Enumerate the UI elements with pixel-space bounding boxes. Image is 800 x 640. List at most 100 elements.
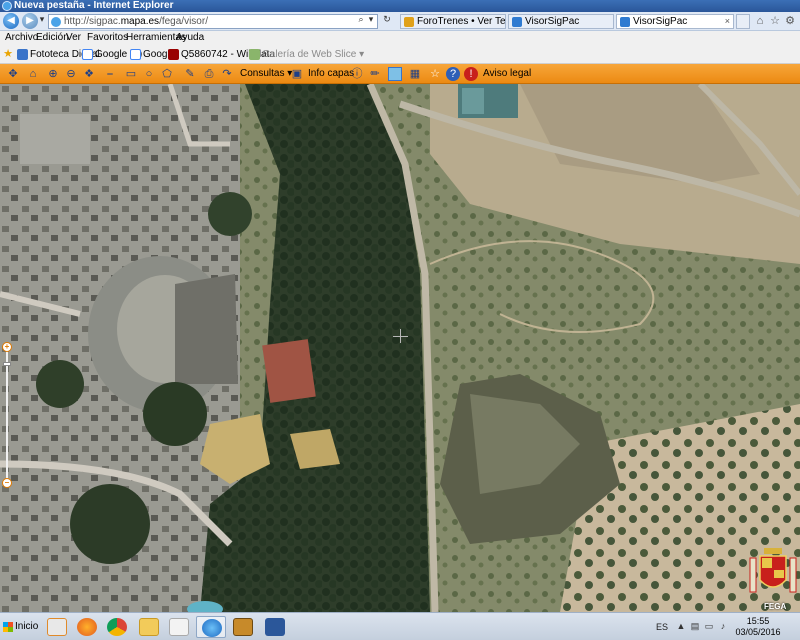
taskbar-word[interactable] (260, 616, 290, 638)
menu-favoritos[interactable]: Favoritos (87, 31, 128, 45)
chrome-icon (107, 618, 127, 636)
tab-forotrenes[interactable]: ForoTrenes • Ver Tema - Li... (400, 14, 506, 29)
taskbar-explorer[interactable] (134, 616, 164, 638)
bookmark-star-icon[interactable]: ☆ (428, 67, 442, 81)
tab-visorsigpac-1[interactable]: VisorSigPac (508, 14, 614, 29)
address-url[interactable]: http://sigpac.mapa.es/fega/visor/ (64, 16, 208, 27)
search-icon[interactable]: ⌕ (356, 13, 366, 25)
address-bar[interactable]: http://sigpac.mapa.es/fega/visor/ (48, 14, 378, 29)
tray-network-icon[interactable]: ▤ (690, 621, 700, 631)
export-icon[interactable]: ↷ (220, 67, 234, 81)
taskbar-app[interactable] (164, 616, 194, 638)
address-row: ◀ ▶ ▾ http://sigpac.mapa.es/fega/visor/ … (0, 12, 800, 31)
measure-line-icon[interactable]: ⎯ (103, 67, 117, 81)
window-title-bar: Nueva pestaña - Internet Explorer (0, 0, 800, 12)
new-tab-button[interactable] (736, 14, 750, 29)
print-icon[interactable]: ⎙ (202, 67, 216, 81)
zoom-in-button[interactable]: + (2, 342, 12, 352)
wikidata-icon (168, 49, 179, 60)
word-icon (265, 618, 285, 636)
polygon-tool-icon[interactable]: ⬠ (160, 67, 174, 81)
tray-volume-icon[interactable]: ♪ (718, 621, 728, 631)
info-icon[interactable]: ⓘ (350, 67, 364, 81)
layers-icon[interactable]: ▣ (290, 67, 304, 81)
pan-arrows-icon[interactable]: ✥ (6, 67, 20, 81)
windows-logo-icon (3, 622, 13, 632)
taskbar-internet-explorer[interactable] (196, 616, 226, 638)
menu-ver[interactable]: Ver (66, 31, 81, 45)
menu-bar: Archivo Edición Ver Favoritos Herramient… (0, 31, 800, 45)
consultas-label: Consultas (240, 68, 285, 79)
taskbar-firefox[interactable] (72, 616, 102, 638)
clock-time: 15:55 (746, 616, 770, 626)
menu-edicion[interactable]: Edición (36, 31, 69, 45)
consultas-menu[interactable]: Consultas ▾ (240, 64, 292, 84)
favorites-star-icon[interactable]: ☆ (769, 15, 781, 27)
history-dropdown-icon[interactable]: ▾ (37, 13, 47, 25)
favorites-bar: ★ Fototeca Digital Google (2) Google Q58… (0, 45, 800, 64)
settings-gear-icon[interactable]: ⚙ (784, 15, 796, 27)
tab-visorsigpac-2[interactable]: VisorSigPac × (616, 14, 734, 29)
tab-label: VisorSigPac (525, 16, 580, 27)
orthophoto-icon[interactable] (388, 67, 402, 81)
back-button[interactable]: ◀ (3, 13, 19, 29)
refresh-icon[interactable]: ↻ (382, 13, 392, 25)
start-button[interactable]: Inicio (2, 617, 38, 637)
fototeca-icon (17, 49, 28, 60)
zoom-out-icon[interactable]: ⊖ (64, 67, 78, 81)
grid-icon[interactable]: ▦ (408, 67, 422, 81)
forward-button[interactable]: ▶ (22, 13, 38, 29)
sigpac-icon (620, 17, 630, 27)
map-viewer[interactable]: + – FEGA (0, 84, 800, 612)
windows-taskbar: Inicio ES ▲ ▤ ▭ ♪ 15:55 03/05/2016 (0, 612, 800, 640)
info-capas-button[interactable]: Info capas (308, 64, 354, 84)
draw-tool-icon[interactable]: ✎ (183, 67, 197, 81)
taskbar-media-app[interactable] (42, 616, 72, 638)
language-indicator[interactable]: ES (656, 613, 668, 640)
zoom-slider[interactable]: + – (2, 342, 12, 488)
forotrenes-icon (404, 17, 414, 27)
address-dropdown-icon[interactable]: ▾ (366, 13, 376, 25)
help-icon[interactable]: ? (446, 67, 460, 81)
window-title: Nueva pestaña - Internet Explorer (14, 0, 174, 11)
zoom-in-icon[interactable]: ⊕ (46, 67, 60, 81)
taskbar-game[interactable] (228, 616, 258, 638)
circle-tool-icon[interactable]: ○ (142, 67, 156, 81)
google-icon (130, 49, 141, 60)
tab-label: ForoTrenes • Ver Tema - Li... (417, 16, 506, 27)
ie-icon (2, 1, 12, 11)
clock-date: 03/05/2016 (735, 627, 781, 637)
media-player-icon (47, 618, 67, 636)
site-favicon (51, 17, 61, 27)
web-slice-icon (249, 49, 260, 60)
app-icon (169, 618, 189, 636)
start-label: Inicio (15, 621, 39, 632)
full-extent-icon[interactable]: ❖ (82, 67, 96, 81)
spanish-coat-of-arms-icon (749, 548, 797, 593)
aerial-orthophoto (0, 84, 800, 612)
sigpac-icon (512, 17, 522, 27)
firefox-icon (77, 618, 97, 636)
crosshair-cursor-icon (393, 336, 408, 337)
taskbar-chrome[interactable] (102, 616, 132, 638)
home-map-icon[interactable]: ⌂ (26, 67, 40, 81)
home-icon[interactable]: ⌂ (754, 15, 766, 27)
favorite-web-slice-gallery[interactable]: Galería de Web Slice ▾ (249, 45, 364, 64)
menu-archivo[interactable]: Archivo (5, 31, 38, 45)
fega-logo: FEGA (748, 546, 798, 612)
measure-area-icon[interactable]: ▭ (124, 67, 138, 81)
tab-close-icon[interactable]: × (725, 15, 730, 28)
favorites-add-star-icon[interactable]: ★ (2, 48, 14, 60)
menu-ayuda[interactable]: Ayuda (176, 31, 204, 45)
folder-icon (139, 618, 159, 636)
tray-expand-icon[interactable]: ▲ (676, 621, 686, 631)
zoom-out-button[interactable]: – (2, 478, 12, 488)
zoom-thumb[interactable] (3, 362, 11, 366)
internet-explorer-icon (202, 619, 222, 637)
taskbar-clock[interactable]: 15:55 03/05/2016 (728, 616, 788, 638)
edit-icon[interactable]: ✏ (368, 67, 382, 81)
tray-display-icon[interactable]: ▭ (704, 621, 714, 631)
legal-warning-icon[interactable]: ! (464, 67, 478, 81)
aviso-legal-link[interactable]: Aviso legal (483, 64, 531, 84)
fega-watermark: FEGA (764, 602, 787, 611)
